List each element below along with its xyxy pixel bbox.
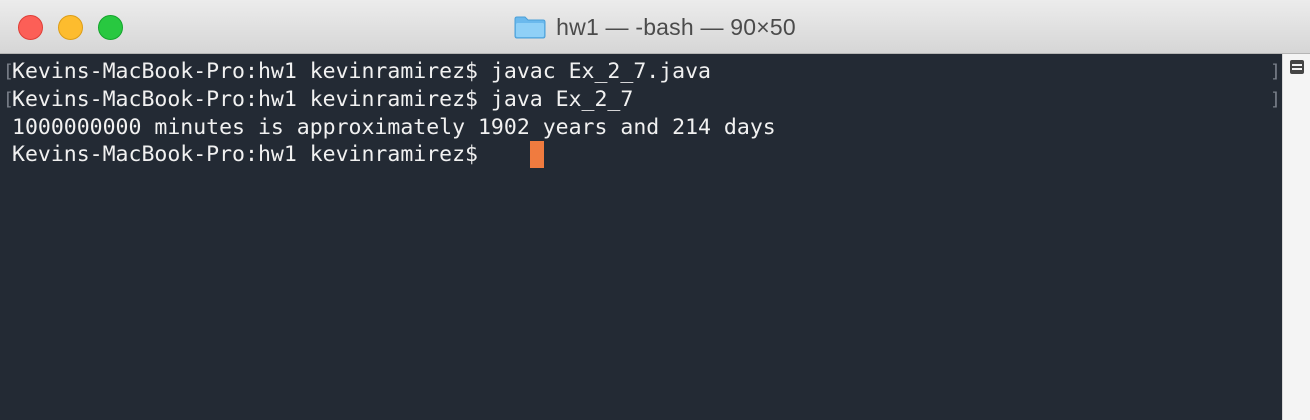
window-titlebar[interactable]: hw1 — -bash — 90×50: [0, 0, 1310, 54]
terminal-line: Kevins-MacBook-Pro:hw1 kevinramirez$ jav…: [12, 87, 634, 112]
window-title-container: hw1 — -bash — 90×50: [0, 12, 1310, 42]
terminal-line: Kevins-MacBook-Pro:hw1 kevinramirez$ jav…: [12, 59, 711, 84]
line-mark-right: ]: [1270, 89, 1281, 110]
terminal-prompt-line: Kevins-MacBook-Pro:hw1 kevinramirez$: [12, 142, 491, 167]
terminal-content[interactable]: [ ] [ ] Kevins-MacBook-Pro:hw1 kevinrami…: [0, 54, 1282, 420]
terminal-scrollbar[interactable]: [1282, 54, 1310, 420]
terminal-line: 1000000000 minutes is approximately 1902…: [12, 115, 776, 140]
terminal-cursor: [530, 141, 544, 168]
terminal-window: hw1 — -bash — 90×50 [ ] [ ] Kevins-MacBo…: [0, 0, 1310, 420]
folder-icon: [514, 15, 546, 39]
line-mark-right: ]: [1270, 61, 1281, 82]
window-title: hw1 — -bash — 90×50: [556, 13, 796, 40]
split-pane-icon[interactable]: [1290, 60, 1304, 74]
